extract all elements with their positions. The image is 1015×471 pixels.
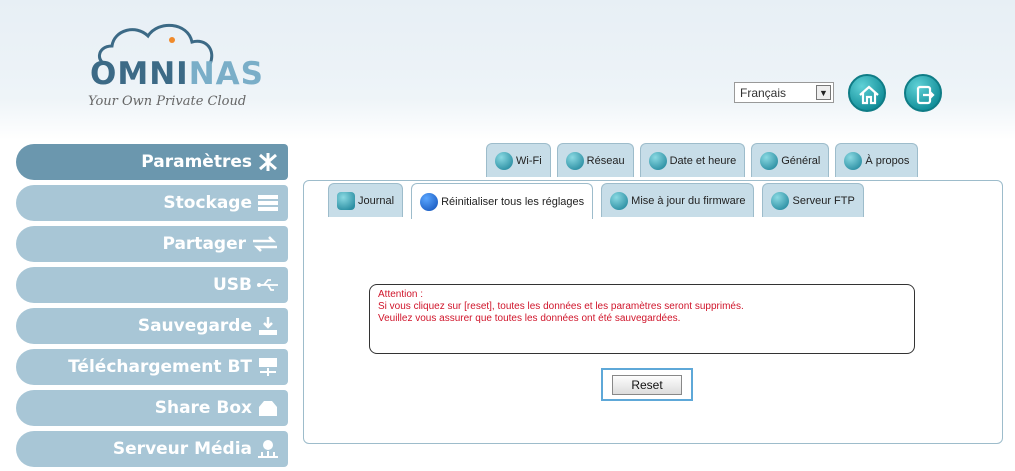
media-server-icon <box>258 440 278 458</box>
tab-label: À propos <box>865 154 910 167</box>
sidebar-item-label: Serveur Média <box>112 439 252 459</box>
tab-label: Général <box>781 154 821 167</box>
clock-icon <box>648 151 667 170</box>
backup-icon <box>259 317 277 335</box>
tools-icon <box>259 153 277 171</box>
ftp-icon <box>771 191 790 210</box>
tab-mise-a-jour-firmware[interactable]: Mise à jour du firmware <box>601 183 755 217</box>
share-box-icon <box>259 401 277 416</box>
tab-a-propos[interactable]: À propos <box>835 143 919 177</box>
sidebar-item-share-box[interactable]: Share Box <box>16 390 288 426</box>
sidebar-item-label: Paramètres <box>141 152 252 172</box>
tab-date-et-heure[interactable]: Date et heure <box>639 143 746 177</box>
sidebar-item-sauvegarde[interactable]: Sauvegarde <box>16 308 288 344</box>
tab-reinitialiser[interactable]: Réinitialiser tous les réglages <box>411 183 594 219</box>
sidebar-item-stockage[interactable]: Stockage <box>16 185 288 221</box>
wifi-icon <box>495 151 513 170</box>
warning-title: Attention : <box>378 289 424 300</box>
warning-line: Veuillez vous assurer que toutes les don… <box>378 313 681 324</box>
tab-serveur-ftp[interactable]: Serveur FTP <box>762 183 864 217</box>
reset-highlight-frame: Reset <box>601 368 693 401</box>
warning-line: Si vous cliquez sur [reset], toutes les … <box>378 301 744 312</box>
firmware-icon <box>610 191 629 210</box>
sidebar-item-telechargement-bt[interactable]: Téléchargement BT <box>16 349 288 385</box>
sidebar-item-label: Share Box <box>154 398 252 418</box>
header: OMNINAS Your Own Private Cloud Français … <box>0 0 1015 140</box>
tab-label: Journal <box>358 194 395 207</box>
tab-label: Mise à jour du firmware <box>631 194 746 207</box>
share-arrows-icon <box>253 236 277 252</box>
tab-reseau[interactable]: Réseau <box>556 143 634 177</box>
sidebar: Paramètres Stockage Partager USB Sauvega… <box>16 144 288 471</box>
sidebar-item-label: USB <box>212 275 252 295</box>
language-value: Français <box>740 86 787 100</box>
general-subtabs: Journal Réinitialiser tous les réglages … <box>328 183 864 219</box>
tab-label: Date et heure <box>669 154 737 167</box>
sidebar-item-label: Stockage <box>163 193 252 213</box>
tab-label: Wi-Fi <box>516 154 542 167</box>
tab-label: Réinitialiser tous les réglages <box>441 195 585 208</box>
sidebar-item-partager[interactable]: Partager <box>16 226 288 262</box>
home-icon <box>859 85 879 105</box>
chevron-down-icon[interactable]: ▼ <box>816 85 831 100</box>
language-select[interactable]: Français ▼ <box>734 82 834 103</box>
sidebar-item-usb[interactable]: USB <box>16 267 288 303</box>
tab-label: Réseau <box>586 154 625 167</box>
settings-tabs: Wi-Fi Réseau Date et heure Général À pro… <box>486 143 919 177</box>
tab-wifi[interactable]: Wi-Fi <box>486 143 551 177</box>
home-button[interactable] <box>848 74 886 112</box>
info-icon <box>844 151 863 170</box>
usb-icon <box>257 279 278 291</box>
bt-download-icon <box>259 358 277 376</box>
sidebar-item-parametres[interactable]: Paramètres <box>16 144 288 180</box>
journal-icon <box>337 191 355 210</box>
sidebar-item-serveur-media[interactable]: Serveur Média <box>16 431 288 467</box>
tab-label: Serveur FTP <box>792 194 855 207</box>
tab-general[interactable]: Général <box>751 143 830 177</box>
logout-button[interactable] <box>904 74 942 112</box>
storage-icon <box>258 195 278 211</box>
general-icon <box>760 151 779 170</box>
sidebar-item-label: Téléchargement BT <box>68 357 252 377</box>
omninas-logo: OMNINAS Your Own Private Cloud <box>88 16 268 109</box>
logo-wordmark: OMNINAS <box>90 56 264 92</box>
power-icon <box>420 192 439 211</box>
tab-journal[interactable]: Journal <box>328 183 404 217</box>
sidebar-item-label: Sauvegarde <box>137 316 252 336</box>
logout-icon <box>916 85 935 105</box>
logo-tagline: Your Own Private Cloud <box>88 94 247 109</box>
reset-button[interactable]: Reset <box>612 375 682 395</box>
reset-warning-box: Attention : Si vous cliquez sur [reset],… <box>369 284 915 354</box>
network-icon <box>565 151 584 170</box>
sidebar-item-label: Partager <box>162 234 246 254</box>
